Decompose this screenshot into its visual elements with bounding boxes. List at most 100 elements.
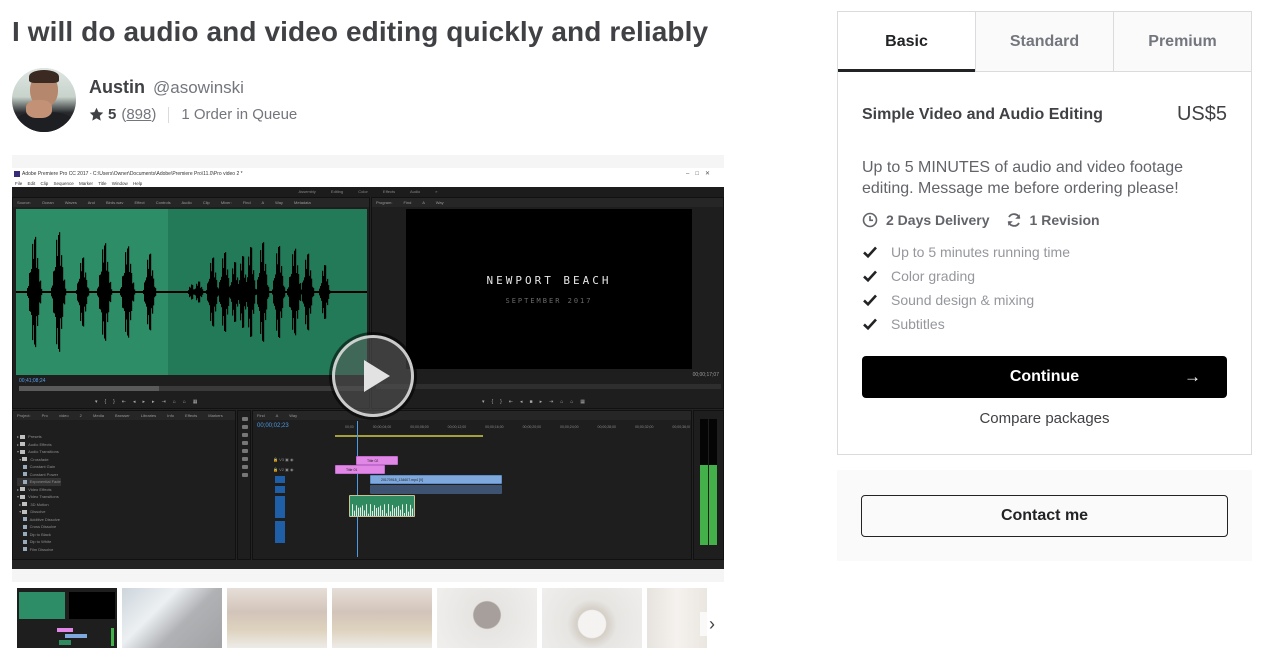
slip-tool-icon [242, 449, 248, 453]
waveform-sample [65, 288, 67, 296]
waveform-sample [111, 289, 113, 295]
track-v1 [275, 476, 285, 483]
thumbnail[interactable] [122, 588, 222, 648]
delivery-time: 2 Days Delivery [862, 212, 990, 228]
package-body: Simple Video and Audio Editing US$5 Up t… [838, 103, 1251, 427]
rating-score: 5 [108, 106, 117, 123]
tab-basic[interactable]: Basic [838, 12, 975, 72]
clip-waveform-sample [356, 505, 357, 516]
hand-tool-icon [242, 465, 248, 469]
source-tabs: Source: Ocean Waves And Birds.wav Effect… [13, 198, 369, 207]
waveform-graph [16, 232, 367, 352]
seller-name[interactable]: Austin [89, 77, 145, 98]
source-scrubber [19, 386, 364, 391]
program-scrubber [376, 384, 721, 389]
timeline-clip-title: Title 02 [356, 456, 398, 465]
contact-seller-box: Contact me [837, 470, 1252, 561]
gig-gallery[interactable]: Adobe Premiere Pro CC 2017 - C:\Users\Ow… [12, 155, 724, 582]
thumb-waveform [19, 592, 65, 619]
audio-waveform [16, 209, 367, 375]
thumbnail[interactable] [227, 588, 327, 648]
clip-waveform-sample [398, 505, 399, 516]
effects-row: Constant Power [17, 471, 61, 479]
rating-count-link[interactable]: (898) [121, 106, 156, 123]
avatar-hair [29, 70, 59, 83]
timeline-tab: Find A Way [253, 411, 691, 420]
effects-row: Film Dissolve [17, 546, 61, 554]
program-transport-icons: ▾{}⇤◂■▸⇥⌂⌂▦ [482, 399, 593, 405]
waveform-sample [203, 291, 205, 293]
thumbnail[interactable] [542, 588, 642, 648]
premiere-logo-icon [14, 171, 20, 177]
razor-tool-icon [242, 441, 248, 445]
check-icon [863, 270, 877, 283]
package-name: Simple Video and Audio Editing [862, 105, 1103, 123]
continue-label: Continue [1009, 368, 1080, 385]
clip-waveform-sample [376, 507, 377, 516]
timeline-ruler: 00;00 00;00;04;00 00;00;08;00 00;00;12;0… [345, 425, 690, 429]
clip-waveform-sample [388, 504, 389, 516]
clip-waveform-sample [384, 504, 385, 516]
timeline-clip-audio [349, 495, 415, 517]
effects-row: Additive Dissolve [17, 516, 61, 524]
play-video-button[interactable] [332, 335, 414, 417]
package-features: Up to 5 minutes running time Color gradi… [862, 240, 1227, 336]
selection-tool-icon [242, 417, 248, 421]
premiere-titlebar: Adobe Premiere Pro CC 2017 - C:\Users\Ow… [12, 168, 724, 180]
delivery-text: 2 Days Delivery [886, 212, 990, 228]
seller-overview: Austin @asowinski 5 (898) 1 Order in Que… [12, 68, 297, 132]
effects-row: Cross Dissolve [17, 523, 61, 531]
tab-premium[interactable]: Premium [1113, 12, 1251, 71]
clip-waveform-sample [396, 506, 397, 516]
feature-item: Color grading [862, 264, 1227, 288]
contact-me-button[interactable]: Contact me [861, 495, 1228, 537]
ripple-tool-icon [242, 433, 248, 437]
seller-avatar[interactable] [12, 68, 76, 132]
effects-row: ▸ Audio Effects [17, 441, 52, 447]
thumbnail[interactable] [17, 588, 117, 648]
continue-button[interactable]: Continue → [862, 356, 1227, 398]
gig-page: I will do audio and video editing quickl… [0, 0, 1261, 653]
effects-row: ▾ Video Transitions [17, 494, 59, 499]
thumbnails-next-button[interactable]: › [700, 612, 724, 636]
clip-waveform-sample [402, 504, 403, 516]
star-icon [89, 107, 104, 121]
timeline-playhead [357, 421, 358, 557]
feature-item: Up to 5 minutes running time [862, 240, 1227, 264]
effects-row: ▾ Crossfade [17, 456, 49, 462]
clip-waveform-sample [400, 509, 401, 516]
effects-row: Exponential Fade [17, 478, 61, 486]
clip-waveform-sample [362, 505, 363, 516]
program-subtitle-text: SEPTEMBER 2017 [505, 296, 593, 305]
thumb-clip-pink [57, 628, 73, 632]
package-price: US$5 [1176, 103, 1227, 125]
timeline-panel: Find A Way 00;00;02;23 00;00 00;00;04;00… [252, 410, 692, 560]
thumbnail[interactable] [437, 588, 537, 648]
waveform-sample [41, 288, 43, 296]
pen-tool-icon [242, 457, 248, 461]
waveform-sample [329, 290, 331, 294]
feature-item: Subtitles [862, 312, 1227, 336]
timeline-clip-title: Title 01 [335, 465, 385, 474]
thumbnail[interactable] [332, 588, 432, 648]
program-monitor: Program: Find A Way NEWPORT BEACH SEPTEM… [371, 197, 724, 409]
source-monitor: Source: Ocean Waves And Birds.wav Effect… [12, 197, 370, 409]
effects-row: Dip to White [17, 538, 61, 546]
clip-waveform-sample [358, 507, 359, 516]
compare-packages-link[interactable]: Compare packages [862, 410, 1227, 427]
waveform-sample [284, 287, 286, 297]
clip-waveform-sample [360, 507, 361, 516]
paren-close: ) [151, 106, 157, 123]
check-icon [863, 294, 877, 307]
tools-panel [237, 410, 251, 560]
seller-handle: @asowinski [153, 78, 244, 97]
thumbnail[interactable] [647, 588, 707, 648]
effects-tree: ▸ Presets ▸ Audio Effects ▾ Audio Transi… [17, 433, 61, 553]
thumb-program [69, 592, 115, 619]
tab-standard[interactable]: Standard [975, 12, 1113, 71]
clip-waveform-sample [378, 507, 379, 516]
program-timecode: 00;00;17;07 [692, 372, 719, 378]
premiere-workspaces: Assembly Editing Color Effects Audio » [12, 187, 724, 197]
waveform-sample [88, 288, 90, 296]
seller-info: Austin @asowinski 5 (898) 1 Order in Que… [89, 68, 297, 132]
